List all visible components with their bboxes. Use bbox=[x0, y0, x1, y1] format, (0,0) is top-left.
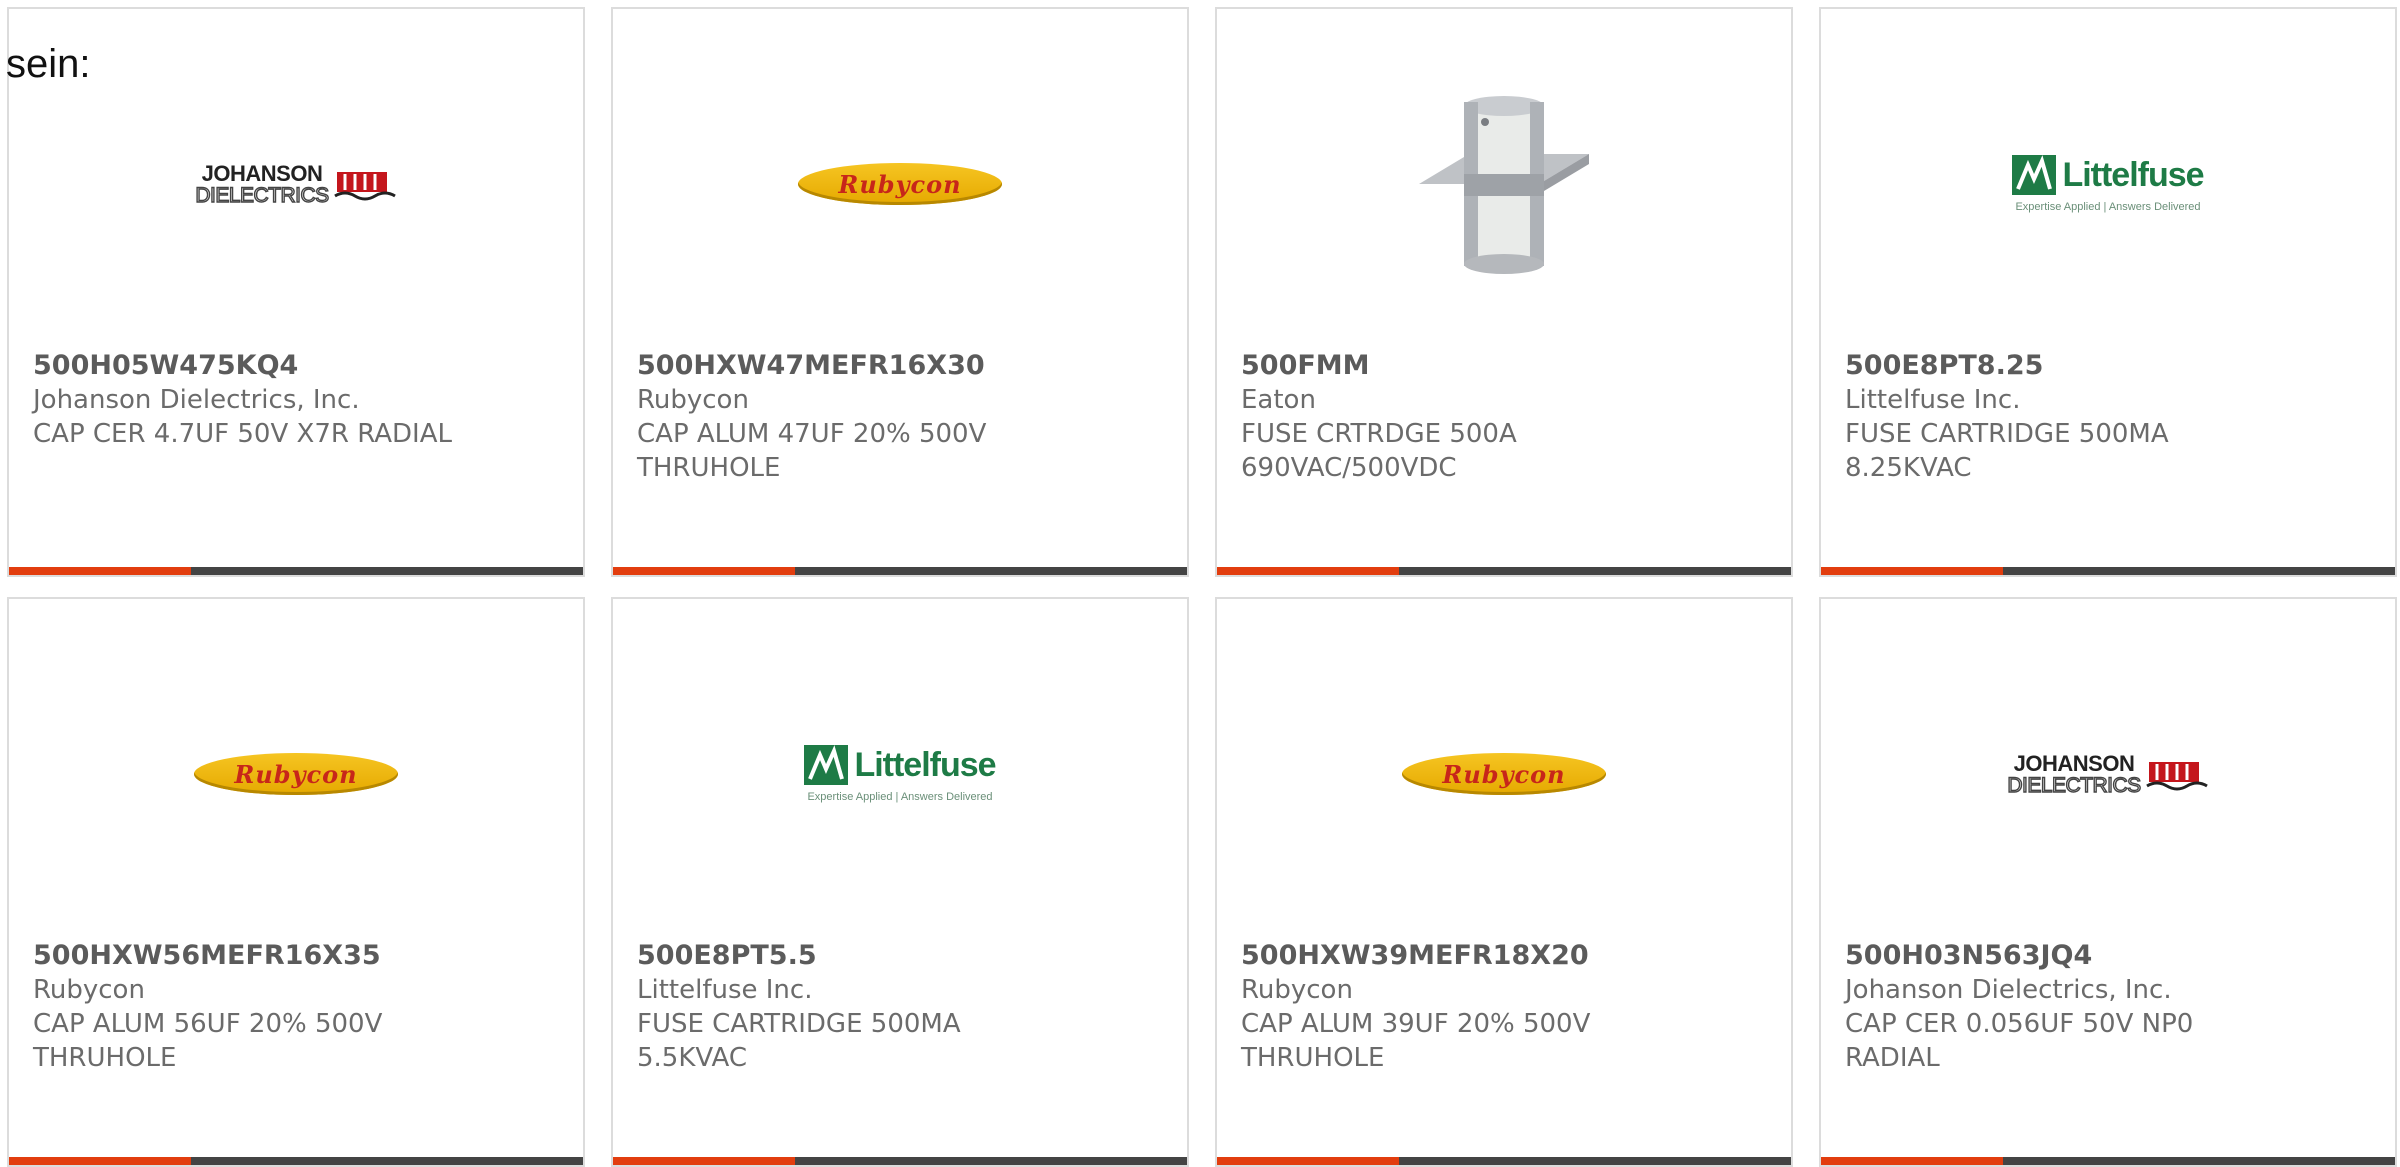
card-accent-bar bbox=[9, 567, 191, 575]
intro-text: sein: bbox=[6, 42, 91, 86]
description-line: RADIAL bbox=[1845, 1043, 1940, 1073]
johanson-dielectrics-logo: JOHANSON DIELECTRICS bbox=[2007, 752, 2208, 796]
description-line: FUSE CARTRIDGE 500MA bbox=[1845, 419, 2169, 449]
product-card[interactable]: Rubycon 500HXW39MEFR18X20 Rubycon CAP AL… bbox=[1215, 597, 1793, 1167]
card-accent-bar bbox=[613, 1157, 795, 1165]
product-image[interactable]: Littelfuse Expertise Applied | Answers D… bbox=[613, 639, 1187, 909]
part-number-link[interactable]: 500HXW39MEFR18X20 bbox=[1241, 939, 1767, 973]
card-bottom-bar bbox=[1821, 1157, 2395, 1165]
manufacturer: Johanson Dielectrics, Inc. bbox=[33, 385, 360, 415]
product-card[interactable]: Rubycon 500HXW56MEFR16X35 Rubycon CAP AL… bbox=[7, 597, 585, 1167]
part-number-link[interactable]: 500HXW56MEFR16X35 bbox=[33, 939, 559, 973]
manufacturer: Eaton bbox=[1241, 385, 1316, 415]
product-image[interactable]: Rubycon bbox=[613, 49, 1187, 319]
description-line: CAP ALUM 39UF 20% 500V bbox=[1241, 1009, 1591, 1039]
part-number-link[interactable]: 500H05W475KQ4 bbox=[33, 349, 559, 383]
description-line: THRUHOLE bbox=[33, 1043, 177, 1073]
card-bottom-bar bbox=[1821, 567, 2395, 575]
card-accent-bar bbox=[1821, 1157, 2003, 1165]
johanson-dielectrics-logo: JOHANSON DIELECTRICS bbox=[195, 162, 396, 206]
manufacturer: Littelfuse Inc. bbox=[637, 975, 813, 1005]
card-bottom-bar bbox=[1217, 1157, 1791, 1165]
description-line: FUSE CRTRDGE 500A bbox=[1241, 419, 1517, 449]
product-grid: JOHANSON DIELECTRICS 500H05W475KQ4 Johan… bbox=[0, 0, 2400, 1167]
product-card[interactable]: JOHANSON DIELECTRICS 500H03N563JQ4 Johan… bbox=[1819, 597, 2397, 1167]
cartridge-fuse-photo bbox=[1419, 96, 1589, 274]
description-line: 8.25KVAC bbox=[1845, 453, 1972, 483]
product-image[interactable]: JOHANSON DIELECTRICS bbox=[1821, 639, 2395, 909]
rubycon-logo: Rubycon bbox=[1402, 753, 1606, 795]
description-line: 5.5KVAC bbox=[637, 1043, 748, 1073]
manufacturer: Johanson Dielectrics, Inc. bbox=[1845, 975, 2172, 1005]
card-bottom-bar bbox=[9, 1157, 583, 1165]
part-number-link[interactable]: 500H03N563JQ4 bbox=[1845, 939, 2371, 973]
product-image[interactable] bbox=[1217, 49, 1791, 319]
manufacturer: Rubycon bbox=[1241, 975, 1353, 1005]
product-card[interactable]: 500FMM Eaton FUSE CRTRDGE 500A 690VAC/50… bbox=[1215, 7, 1793, 577]
description-line: CAP ALUM 56UF 20% 500V bbox=[33, 1009, 383, 1039]
card-accent-bar bbox=[1821, 567, 2003, 575]
littelfuse-logo: Littelfuse Expertise Applied | Answers D… bbox=[804, 745, 997, 803]
part-number-link[interactable]: 500E8PT5.5 bbox=[637, 939, 1163, 973]
product-card[interactable]: Rubycon 500HXW47MEFR16X30 Rubycon CAP AL… bbox=[611, 7, 1189, 577]
card-bottom-bar bbox=[1217, 567, 1791, 575]
description-line: CAP CER 4.7UF 50V X7R RADIAL bbox=[33, 419, 452, 449]
manufacturer: Rubycon bbox=[33, 975, 145, 1005]
description-line: FUSE CARTRIDGE 500MA bbox=[637, 1009, 961, 1039]
rubycon-logo: Rubycon bbox=[194, 753, 398, 795]
card-accent-bar bbox=[9, 1157, 191, 1165]
description-line: THRUHOLE bbox=[1241, 1043, 1385, 1073]
product-image[interactable]: Rubycon bbox=[9, 639, 583, 909]
product-image[interactable]: Littelfuse Expertise Applied | Answers D… bbox=[1821, 49, 2395, 319]
description-line: CAP CER 0.056UF 50V NP0 bbox=[1845, 1009, 2194, 1039]
product-image[interactable]: JOHANSON DIELECTRICS bbox=[9, 49, 583, 319]
manufacturer: Rubycon bbox=[637, 385, 749, 415]
card-bottom-bar bbox=[613, 567, 1187, 575]
description-line: THRUHOLE bbox=[637, 453, 781, 483]
card-accent-bar bbox=[1217, 567, 1399, 575]
part-number-link[interactable]: 500HXW47MEFR16X30 bbox=[637, 349, 1163, 383]
product-card[interactable]: JOHANSON DIELECTRICS 500H05W475KQ4 Johan… bbox=[7, 7, 585, 577]
littelfuse-logo: Littelfuse Expertise Applied | Answers D… bbox=[2012, 155, 2205, 213]
product-image[interactable]: Rubycon bbox=[1217, 639, 1791, 909]
manufacturer: Littelfuse Inc. bbox=[1845, 385, 2021, 415]
part-number-link[interactable]: 500E8PT8.25 bbox=[1845, 349, 2371, 383]
description-line: CAP ALUM 47UF 20% 500V bbox=[637, 419, 987, 449]
card-bottom-bar bbox=[613, 1157, 1187, 1165]
card-accent-bar bbox=[1217, 1157, 1399, 1165]
product-card[interactable]: Littelfuse Expertise Applied | Answers D… bbox=[611, 597, 1189, 1167]
product-card[interactable]: Littelfuse Expertise Applied | Answers D… bbox=[1819, 7, 2397, 577]
card-accent-bar bbox=[613, 567, 795, 575]
card-bottom-bar bbox=[9, 567, 583, 575]
part-number-link[interactable]: 500FMM bbox=[1241, 349, 1767, 383]
rubycon-logo: Rubycon bbox=[798, 163, 1002, 205]
description-line: 690VAC/500VDC bbox=[1241, 453, 1457, 483]
